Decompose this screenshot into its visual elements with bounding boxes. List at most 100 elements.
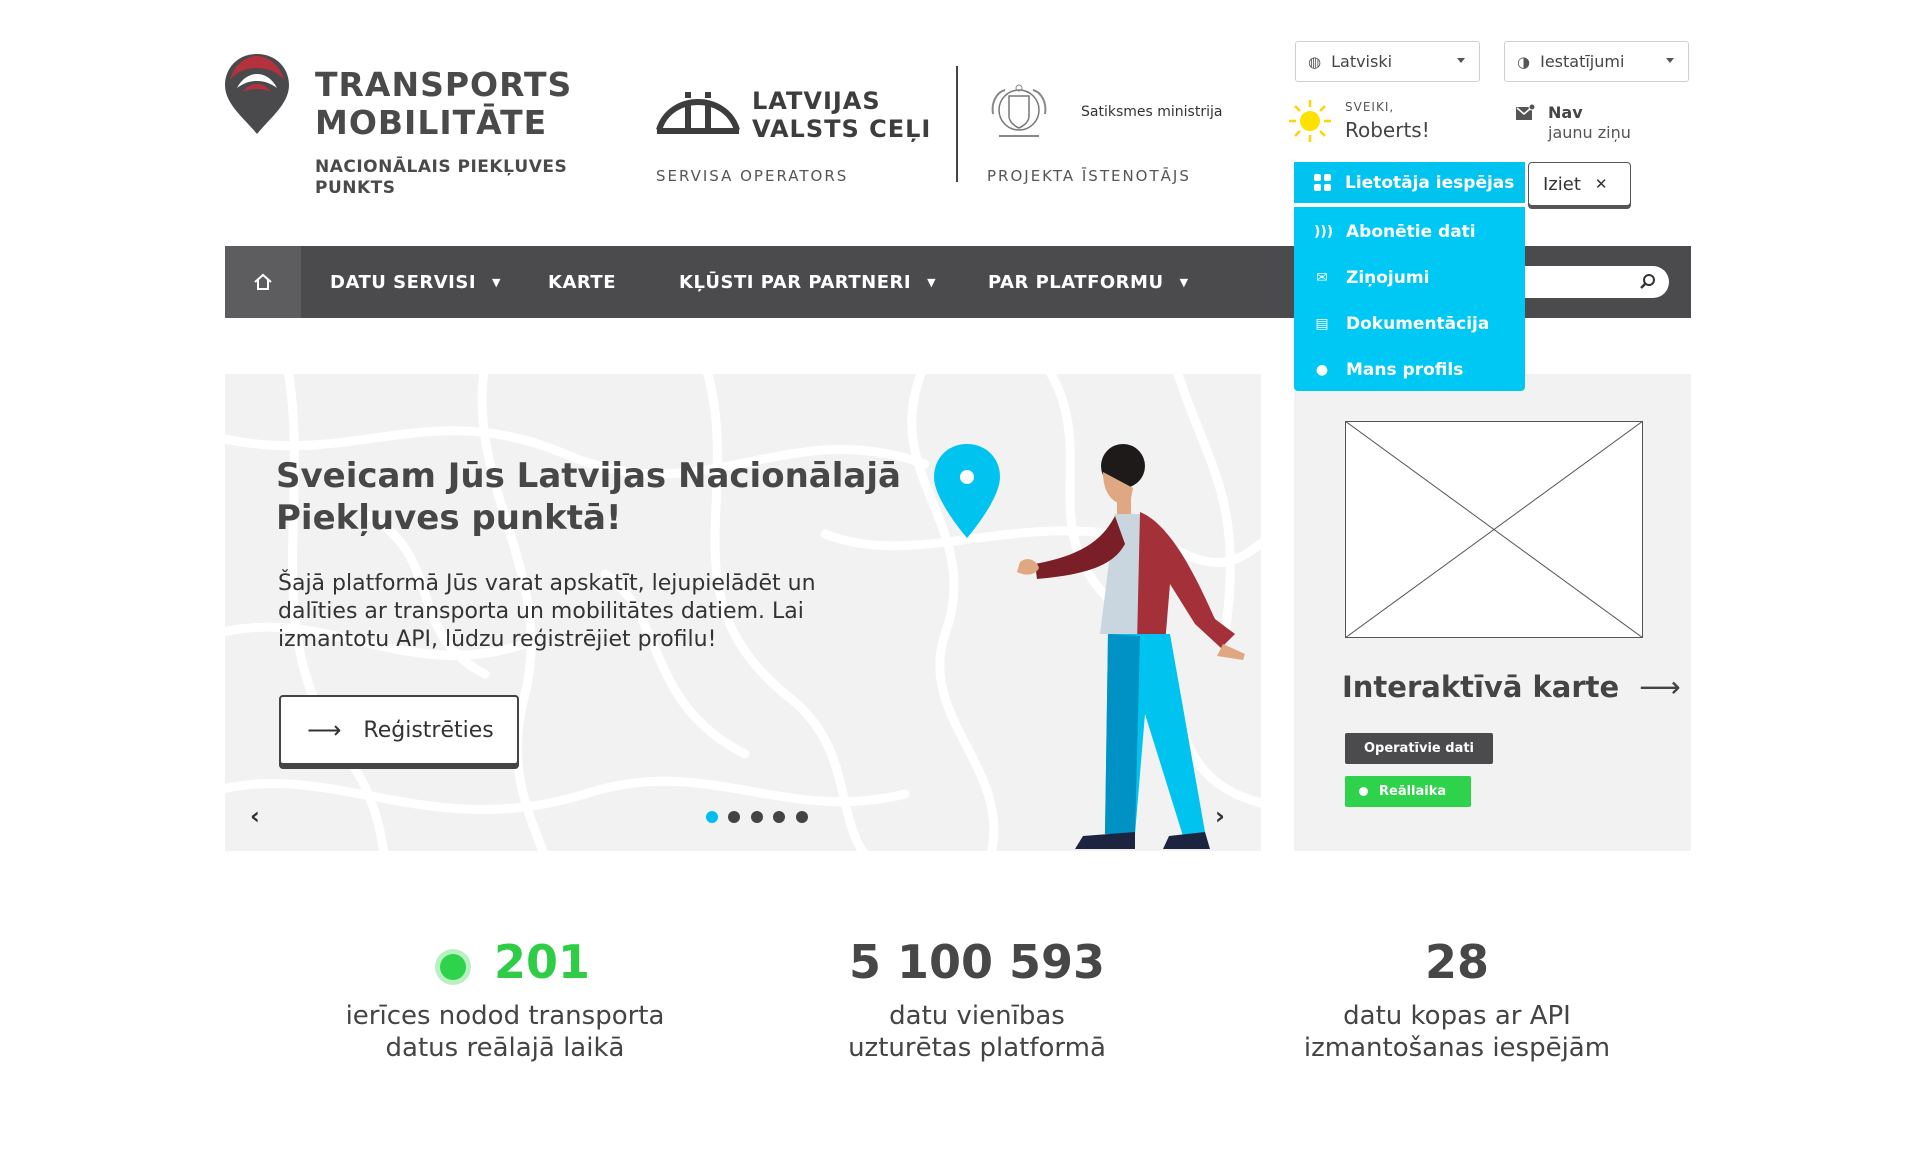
stat-label-line2: izmantošanas iespējām bbox=[1303, 1033, 1611, 1063]
stat-units-label: datu vienības uzturētas platformā bbox=[772, 1000, 1182, 1064]
operator-name: LATVIJAS VALSTS CEĻI bbox=[752, 87, 931, 143]
contrast-icon: ◑ bbox=[1517, 52, 1531, 71]
hero-title: Sveicam Jūs Latvijas Nacionālajā Piekļuv… bbox=[276, 455, 901, 539]
menu-item-label: Dokumentācija bbox=[1346, 314, 1490, 334]
operator-name-line1: LATVIJAS bbox=[752, 87, 881, 115]
hero-description: Šajā platformā Jūs varat apskatīt, lejup… bbox=[278, 571, 816, 652]
person-icon: ● bbox=[1315, 362, 1329, 378]
nav-item-label: KARTE bbox=[548, 271, 617, 293]
logout-label: Iziet bbox=[1543, 173, 1581, 195]
carousel-dot[interactable] bbox=[796, 811, 808, 823]
hero-title-line2: Piekļuves punktā! bbox=[276, 498, 622, 538]
user-options-button[interactable]: Lietotāja iespējas bbox=[1294, 162, 1525, 203]
caret-down-icon: ▼ bbox=[1179, 275, 1189, 289]
arrow-right-icon: ⟶ bbox=[1639, 670, 1681, 704]
brand-sub-line2: PUNKTS bbox=[315, 178, 396, 198]
home-icon bbox=[254, 273, 272, 290]
caret-down-icon: ▼ bbox=[492, 275, 502, 289]
brand-title-line1: TRANSPORTS bbox=[315, 65, 573, 104]
user-options-dropdown: ))) Abonētie dati ✉ Ziņojumi ▤ Dokumentā… bbox=[1294, 207, 1525, 391]
stat-devices-value: 201 bbox=[494, 935, 591, 989]
interactive-map-title: Interaktīvā karte bbox=[1342, 670, 1620, 704]
grid-icon bbox=[1314, 174, 1331, 191]
messages-status-subtitle[interactable]: jaunu ziņu bbox=[1548, 123, 1631, 142]
stat-label-line2: datus reālajā laikā bbox=[385, 1033, 625, 1063]
operative-data-badge: Operatīvie dati bbox=[1345, 733, 1493, 764]
image-placeholder bbox=[1345, 421, 1643, 638]
chevron-down-icon bbox=[1666, 58, 1674, 63]
greeting-label: SVEIKI, bbox=[1345, 100, 1395, 114]
hero-title-line1: Sveicam Jūs Latvijas Nacionālajā bbox=[276, 456, 901, 496]
menu-item-label: Ziņojumi bbox=[1346, 268, 1430, 288]
stat-label-line2: uzturētas platformā bbox=[848, 1033, 1106, 1063]
stat-datasets-label: datu kopas ar API izmantošanas iespējām bbox=[1252, 1000, 1662, 1064]
lvc-logo bbox=[656, 92, 740, 134]
brand-subtitle: NACIONĀLAIS PIEKĻUVES PUNKTS bbox=[315, 157, 567, 199]
messages-status-title[interactable]: Nav bbox=[1548, 103, 1583, 122]
chevron-down-icon bbox=[1457, 58, 1465, 63]
home-button[interactable] bbox=[225, 246, 301, 318]
menu-item-messages[interactable]: ✉ Ziņojumi bbox=[1294, 259, 1525, 297]
globe-icon: ◍ bbox=[1308, 52, 1322, 71]
transport-mobility-logo[interactable] bbox=[222, 52, 292, 136]
interactive-map-link[interactable]: Interaktīvā karte ⟶ bbox=[1342, 670, 1681, 704]
language-select[interactable]: ◍ Latviski bbox=[1295, 41, 1480, 82]
brand-sub-line1: NACIONĀLAIS PIEKĻUVES bbox=[315, 157, 568, 177]
operator-name-line2: VALSTS CEĻI bbox=[752, 115, 932, 143]
sun-icon bbox=[1289, 100, 1331, 142]
coat-of-arms-icon bbox=[991, 84, 1047, 137]
nav-item-datu-servisi[interactable]: DATU SERVISI ▼ bbox=[330, 246, 501, 318]
caret-down-icon: ▼ bbox=[927, 275, 937, 289]
brand-title: TRANSPORTS MOBILITĀTE bbox=[315, 66, 572, 142]
nav-item-label: PAR PLATFORMU bbox=[988, 271, 1164, 293]
realtime-badge: Reāllaika bbox=[1345, 776, 1471, 807]
person-illustration bbox=[1017, 444, 1245, 849]
signal-icon: ))) bbox=[1314, 224, 1334, 240]
search-icon[interactable] bbox=[1639, 273, 1657, 291]
brand-title-line2: MOBILITĀTE bbox=[315, 103, 548, 142]
carousel-dot[interactable] bbox=[773, 811, 785, 823]
register-button[interactable]: ⟶ Reģistrēties bbox=[279, 695, 519, 765]
nav-item-klusti-par-partneri[interactable]: KĻŪSTI PAR PARTNERI ▼ bbox=[679, 246, 936, 318]
stat-label-line1: datu kopas ar API bbox=[1343, 1001, 1571, 1031]
nav-item-label: KĻŪSTI PAR PARTNERI bbox=[679, 271, 912, 293]
nav-item-karte[interactable]: KARTE bbox=[548, 246, 616, 318]
carousel-prev-button[interactable]: ‹ bbox=[250, 802, 260, 830]
ministry-role: PROJEKTA ĪSTENOTĀJS bbox=[987, 167, 1191, 185]
realtime-badge-label: Reāllaika bbox=[1379, 784, 1447, 799]
settings-value: Iestatījumi bbox=[1540, 52, 1625, 71]
stat-units-value: 5 100 593 bbox=[848, 935, 1106, 989]
menu-item-label: Mans profils bbox=[1346, 360, 1464, 380]
carousel-dot[interactable] bbox=[706, 811, 718, 823]
register-button-label: Reģistrēties bbox=[363, 717, 494, 743]
carousel-dot[interactable] bbox=[728, 811, 740, 823]
language-value: Latviski bbox=[1331, 52, 1393, 71]
operator-role: SERVISA OPERATORS bbox=[656, 167, 849, 185]
nav-item-label: DATU SERVISI bbox=[330, 271, 477, 293]
stat-devices-label: ierīces nodod transporta datus reālajā l… bbox=[300, 1000, 710, 1064]
header-divider bbox=[956, 66, 958, 182]
user-options-label: Lietotāja iespējas bbox=[1345, 172, 1515, 193]
menu-item-documentation[interactable]: ▤ Dokumentācija bbox=[1294, 305, 1525, 343]
menu-item-my-profile[interactable]: ● Mans profils bbox=[1294, 351, 1525, 389]
code-doc-icon: ▤ bbox=[1315, 316, 1329, 332]
carousel-next-button[interactable]: › bbox=[1215, 802, 1225, 830]
menu-item-subscribed-data[interactable]: ))) Abonētie dati bbox=[1294, 213, 1525, 251]
message-icon: ✉ bbox=[1316, 270, 1328, 286]
arrow-right-icon: ⟶ bbox=[307, 716, 342, 744]
logout-button[interactable]: Iziet ✕ bbox=[1528, 162, 1631, 206]
live-dot-icon bbox=[1359, 787, 1368, 796]
close-icon: ✕ bbox=[1594, 175, 1608, 193]
live-indicator-icon bbox=[440, 954, 466, 980]
stat-datasets-value: 28 bbox=[1424, 935, 1489, 989]
search-input[interactable] bbox=[1510, 266, 1669, 298]
carousel-dot[interactable] bbox=[751, 811, 763, 823]
nav-item-par-platformu[interactable]: PAR PLATFORMU ▼ bbox=[988, 246, 1189, 318]
settings-select[interactable]: ◑ Iestatījumi bbox=[1504, 41, 1689, 82]
user-name: Roberts! bbox=[1345, 118, 1430, 142]
menu-item-label: Abonētie dati bbox=[1346, 222, 1476, 242]
stat-label-line1: ierīces nodod transporta bbox=[345, 1001, 665, 1031]
ministry-name: Satiksmes ministrija bbox=[1081, 104, 1223, 120]
envelope-icon[interactable] bbox=[1515, 104, 1535, 122]
stat-label-line1: datu vienības bbox=[889, 1001, 1065, 1031]
